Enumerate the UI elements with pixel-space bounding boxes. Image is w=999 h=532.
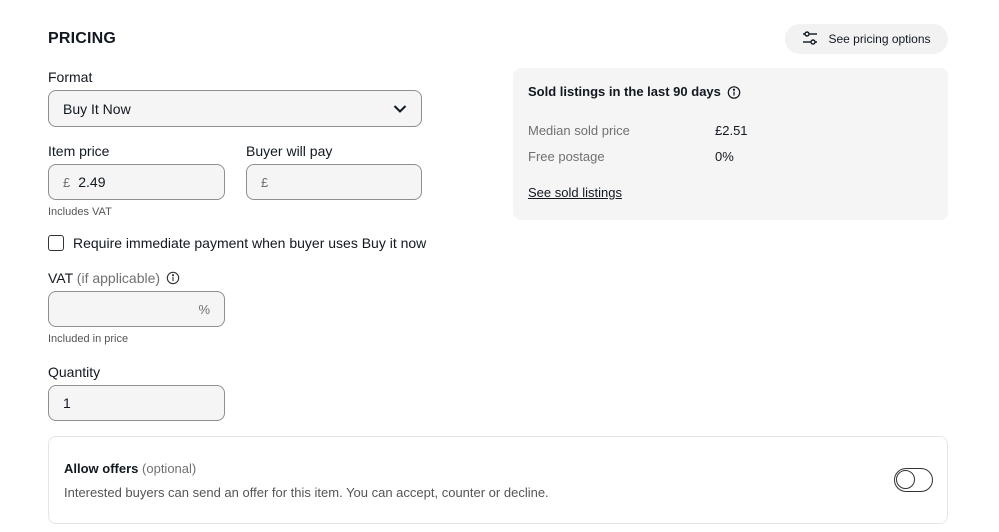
allow-offers-title: Allow offers (optional) [64,461,196,476]
buyer-will-pay-field[interactable]: £ [246,164,422,200]
format-select[interactable]: Buy It Now [48,90,422,127]
format-selected-value: Buy It Now [63,100,131,117]
allow-offers-card: Allow offers (optional) Interested buyer… [48,436,948,524]
quantity-input[interactable] [63,386,224,420]
median-sold-price-label: Median sold price [528,123,630,138]
format-label: Format [48,69,93,85]
buyer-will-pay-input[interactable] [276,165,421,199]
vat-helper: Included in price [48,333,129,345]
buyer-will-pay-label: Buyer will pay [246,143,333,159]
buyer-will-pay-currency: £ [261,174,269,190]
item-price-input[interactable] [78,165,224,199]
free-postage-label: Free postage [528,149,605,164]
see-pricing-options-label: See pricing options [828,32,931,46]
sold-listings-title-text: Sold listings in the last 90 days [528,84,721,99]
quantity-field[interactable] [48,385,225,421]
chevron-down-icon [393,101,407,117]
allow-offers-title-text: Allow offers [64,461,139,476]
allow-offers-title-suffix: (optional) [142,461,197,476]
sliders-icon [802,30,818,49]
immediate-payment-row[interactable]: Require immediate payment when buyer use… [48,235,426,251]
info-icon[interactable] [727,85,741,99]
info-icon[interactable] [166,271,180,285]
vat-label-suffix: (if applicable) [76,270,161,286]
vat-unit: % [198,301,210,317]
see-pricing-options-button[interactable]: See pricing options [785,24,948,54]
immediate-payment-label: Require immediate payment when buyer use… [73,235,427,251]
see-sold-listings-link[interactable]: See sold listings [528,185,622,200]
item-price-field[interactable]: £ [48,164,225,200]
vat-label: VAT (if applicable) [48,270,180,286]
vat-field[interactable]: % [48,291,225,327]
allow-offers-description: Interested buyers can send an offer for … [64,485,549,500]
vat-input[interactable] [63,292,199,326]
median-sold-price-value: £2.51 [715,123,748,138]
item-price-currency: £ [63,174,71,190]
pricing-section-title: PRICING [48,30,117,47]
quantity-label: Quantity [48,364,101,380]
immediate-payment-checkbox[interactable] [48,235,64,251]
item-price-label: Item price [48,143,110,159]
sold-listings-panel: Sold listings in the last 90 days Median… [513,68,948,220]
allow-offers-toggle[interactable] [894,468,933,492]
free-postage-value: 0% [715,149,734,164]
item-price-helper: Includes VAT [48,206,112,218]
vat-label-text: VAT [48,270,73,286]
toggle-knob [896,470,915,489]
sold-listings-title: Sold listings in the last 90 days [528,84,741,99]
